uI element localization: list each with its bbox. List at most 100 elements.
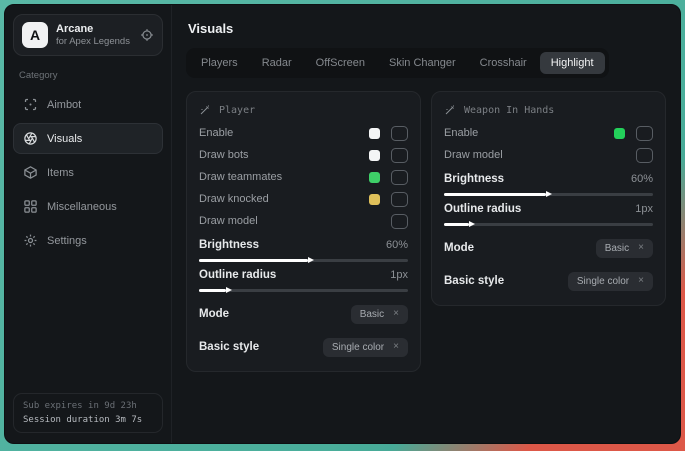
toggle-checkbox[interactable]	[391, 148, 408, 163]
grid-icon	[23, 199, 38, 214]
slider-label: Brightness	[199, 239, 386, 251]
sub-expiry-text: Sub expires in 9d 23h	[23, 401, 153, 411]
toggle-checkbox[interactable]	[391, 126, 408, 141]
sidebar-item-label: Aimbot	[47, 99, 81, 111]
toggle-checkbox[interactable]	[391, 170, 408, 185]
page-title: Visuals	[188, 21, 666, 36]
toggle-row-draw-bots: Draw bots	[199, 144, 408, 166]
slider-value: 60%	[386, 239, 408, 251]
sidebar-item-label: Items	[47, 167, 74, 179]
chip-row-label: Mode	[199, 308, 351, 320]
toggle-label: Enable	[199, 127, 369, 139]
basic-style-row: Basic style Single color ×	[444, 270, 653, 292]
sidebar-item-settings[interactable]: Settings	[13, 225, 163, 256]
brightness-slider[interactable]	[444, 193, 653, 196]
app-names: Arcane for Apex Legends	[56, 23, 132, 47]
toggle-row-enable: Enable	[199, 122, 408, 144]
toggle-label: Draw bots	[199, 149, 369, 161]
gear-icon	[23, 233, 38, 248]
mode-row: Mode Basic ×	[444, 237, 653, 259]
tab-offscreen[interactable]: OffScreen	[305, 52, 376, 74]
category-label: Category	[19, 70, 157, 81]
outline-radius-slider[interactable]	[199, 289, 408, 292]
color-swatch[interactable]	[369, 150, 380, 161]
color-swatch[interactable]	[369, 194, 380, 205]
chip-remove-icon[interactable]: ×	[393, 309, 399, 319]
outline-radius-slider-group: Outline radius 1px	[444, 203, 653, 226]
app-logo: A	[22, 22, 48, 48]
tab-skin-changer[interactable]: Skin Changer	[378, 52, 467, 74]
wand-sparkles-icon	[444, 104, 456, 116]
basic-style-chip[interactable]: Single color ×	[568, 272, 653, 291]
mode-chip[interactable]: Basic ×	[351, 305, 408, 324]
color-swatch[interactable]	[369, 128, 380, 139]
tab-crosshair[interactable]: Crosshair	[469, 52, 538, 74]
sidebar-item-miscellaneous[interactable]: Miscellaneous	[13, 191, 163, 222]
chip-remove-icon[interactable]: ×	[638, 276, 644, 286]
toggle-row-draw-model: Draw model	[444, 144, 653, 166]
chip-text: Basic	[360, 309, 384, 320]
basic-style-chip[interactable]: Single color ×	[323, 338, 408, 357]
slider-fill	[199, 289, 226, 292]
mode-row: Mode Basic ×	[199, 303, 408, 325]
color-swatch[interactable]	[614, 128, 625, 139]
brightness-slider-group: Brightness 60%	[199, 239, 408, 262]
sidebar-item-label: Miscellaneous	[47, 201, 117, 213]
slider-value: 1px	[390, 269, 408, 281]
toggle-checkbox[interactable]	[636, 148, 653, 163]
focus-target-icon[interactable]	[140, 28, 154, 42]
sidebar: A Arcane for Apex Legends Category	[5, 5, 172, 443]
slider-fill	[444, 193, 546, 196]
outline-radius-slider[interactable]	[444, 223, 653, 226]
chip-remove-icon[interactable]: ×	[393, 342, 399, 352]
toggle-label: Draw teammates	[199, 171, 369, 183]
outline-radius-slider-group: Outline radius 1px	[199, 269, 408, 292]
toggle-row-draw-teammates: Draw teammates	[199, 166, 408, 188]
app-header-card: A Arcane for Apex Legends	[13, 14, 163, 56]
app-subtitle: for Apex Legends	[56, 36, 132, 47]
toggle-row-draw-knocked: Draw knocked	[199, 188, 408, 210]
sidebar-item-label: Settings	[47, 235, 87, 247]
toggle-checkbox[interactable]	[636, 126, 653, 141]
player-panel: Player Enable Draw bots Draw teammates	[186, 91, 421, 372]
player-panel-header: Player	[199, 104, 408, 116]
color-swatch[interactable]	[369, 172, 380, 183]
tab-radar[interactable]: Radar	[251, 52, 303, 74]
chip-remove-icon[interactable]: ×	[638, 243, 644, 253]
weapon-in-hands-panel: Weapon In Hands Enable Draw model Bright…	[431, 91, 666, 306]
sidebar-spacer	[13, 256, 163, 393]
toggle-row-draw-model: Draw model	[199, 210, 408, 232]
chip-text: Basic	[605, 243, 629, 254]
main-content: Visuals Players Radar OffScreen Skin Cha…	[172, 5, 680, 443]
chip-row-label: Basic style	[444, 275, 568, 287]
sidebar-item-visuals[interactable]: Visuals	[13, 123, 163, 154]
wand-sparkles-icon	[199, 104, 211, 116]
toggle-label: Draw model	[199, 215, 391, 227]
basic-style-row: Basic style Single color ×	[199, 336, 408, 358]
brightness-slider[interactable]	[199, 259, 408, 262]
slider-value: 60%	[631, 173, 653, 185]
slider-label: Outline radius	[444, 203, 635, 215]
toggle-checkbox[interactable]	[391, 192, 408, 207]
mode-chip[interactable]: Basic ×	[596, 239, 653, 258]
package-icon	[23, 165, 38, 180]
app-window: A Arcane for Apex Legends Category	[4, 4, 681, 444]
sidebar-item-aimbot[interactable]: Aimbot	[13, 89, 163, 120]
crosshair-icon	[23, 97, 38, 112]
brightness-slider-group: Brightness 60%	[444, 173, 653, 196]
tab-bar: Players Radar OffScreen Skin Changer Cro…	[186, 48, 609, 78]
slider-label: Brightness	[444, 173, 631, 185]
chip-row-label: Basic style	[199, 341, 323, 353]
weapon-panel-header: Weapon In Hands	[444, 104, 653, 116]
sidebar-item-label: Visuals	[47, 133, 82, 145]
tab-highlight[interactable]: Highlight	[540, 52, 605, 74]
toggle-label: Draw model	[444, 149, 636, 161]
toggle-checkbox[interactable]	[391, 214, 408, 229]
chip-row-label: Mode	[444, 242, 596, 254]
slider-label: Outline radius	[199, 269, 390, 281]
slider-value: 1px	[635, 203, 653, 215]
panels-container: Player Enable Draw bots Draw teammates	[186, 91, 666, 372]
toggle-row-enable: Enable	[444, 122, 653, 144]
tab-players[interactable]: Players	[190, 52, 249, 74]
sidebar-item-items[interactable]: Items	[13, 157, 163, 188]
